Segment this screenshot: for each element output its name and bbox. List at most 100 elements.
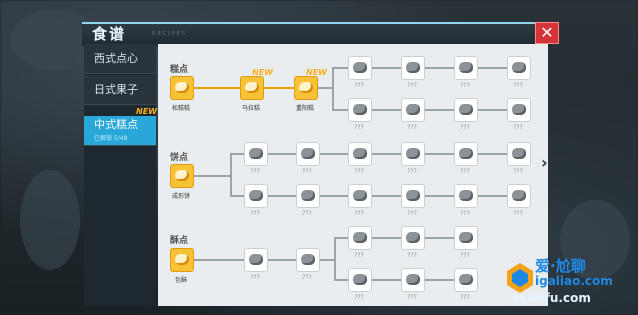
recipe-item-unlocked[interactable] — [240, 76, 264, 100]
tree-connector — [425, 67, 454, 69]
tree-connector — [332, 109, 348, 111]
recipe-item-locked[interactable] — [348, 98, 372, 122]
recipe-item-locked[interactable] — [296, 184, 320, 208]
locked-label: ??? — [460, 210, 470, 217]
recipe-item-locked[interactable] — [296, 142, 320, 166]
site-watermark: 爱·尬聊 igaliao.com qkuufu.com — [505, 255, 633, 310]
tree-connector — [372, 279, 401, 281]
recipe-item-unlocked[interactable] — [294, 76, 318, 100]
locked-label: ??? — [460, 124, 470, 131]
tree-connector — [194, 175, 230, 177]
recipe-item-unlocked[interactable] — [170, 248, 194, 272]
locked-label: ??? — [302, 168, 312, 175]
recipe-item-locked[interactable] — [401, 98, 425, 122]
recipe-item-locked[interactable] — [507, 98, 531, 122]
recipe-item-locked[interactable] — [454, 142, 478, 166]
recipe-item-locked[interactable] — [454, 56, 478, 80]
tree-connector — [334, 237, 336, 281]
tree-connector — [425, 279, 454, 281]
recipe-item-locked[interactable] — [244, 248, 268, 272]
recipe-item-locked[interactable] — [401, 268, 425, 292]
recipe-item-locked[interactable] — [401, 226, 425, 250]
tab-japanese-sweets[interactable]: 日式果子 — [84, 75, 156, 105]
recipe-item-unlocked[interactable] — [170, 76, 194, 100]
locked-label: ??? — [250, 168, 260, 175]
tree-connector — [425, 109, 454, 111]
close-button[interactable]: ✕ — [535, 22, 559, 44]
locked-label: ??? — [354, 294, 364, 301]
watermark-logo-icon — [507, 263, 533, 293]
tree-connector — [334, 279, 348, 281]
locked-label: ??? — [460, 168, 470, 175]
next-page-arrow[interactable]: › — [541, 153, 548, 172]
recipe-item-locked[interactable] — [348, 226, 372, 250]
locked-label: ??? — [407, 252, 417, 259]
locked-label: ??? — [354, 82, 364, 89]
recipe-item-locked[interactable] — [454, 268, 478, 292]
recipe-item-locked[interactable] — [454, 98, 478, 122]
locked-label: ??? — [354, 210, 364, 217]
recipe-item-locked[interactable] — [348, 142, 372, 166]
locked-label: ??? — [460, 252, 470, 259]
category-label: 饼点 — [170, 153, 189, 163]
tree-connector — [320, 153, 348, 155]
tree-connector — [372, 153, 401, 155]
locked-label: ??? — [513, 210, 523, 217]
recipe-name: 马拉糕 — [241, 105, 260, 112]
tree-connector — [478, 109, 507, 111]
locked-label: ??? — [513, 168, 523, 175]
locked-label: ??? — [302, 210, 312, 217]
recipe-item-locked[interactable] — [507, 142, 531, 166]
recipe-item-locked[interactable] — [348, 268, 372, 292]
tab-progress: 已解锁 5/48 — [94, 135, 128, 142]
tree-connector — [478, 153, 507, 155]
locked-label: ??? — [407, 168, 417, 175]
tree-connector — [332, 67, 348, 69]
locked-label: ??? — [250, 210, 260, 217]
category-label: 糕点 — [170, 65, 189, 75]
tab-label: 日式果子 — [94, 83, 138, 96]
recipe-item-locked[interactable] — [348, 184, 372, 208]
locked-label: ??? — [407, 82, 417, 89]
recipe-item-locked[interactable] — [401, 56, 425, 80]
recipe-item-locked[interactable] — [296, 248, 320, 272]
recipe-item-locked[interactable] — [507, 56, 531, 80]
tree-connector — [372, 237, 401, 239]
tab-chinese-pastry[interactable]: 中式糕点 已解锁 5/48 — [84, 116, 156, 146]
recipe-item-locked[interactable] — [244, 184, 268, 208]
tree-connector — [230, 153, 244, 155]
tree-connector — [320, 195, 348, 197]
recipe-item-locked[interactable] — [244, 142, 268, 166]
watermark-url-secondary: qkuufu.com — [511, 291, 591, 305]
locked-label: ??? — [513, 82, 523, 89]
new-badge: NEW — [252, 68, 273, 77]
tab-western-pastry[interactable]: 西式点心 — [84, 44, 156, 74]
tree-connector — [194, 259, 244, 261]
recipe-item-locked[interactable] — [454, 184, 478, 208]
recipe-name: 包酥 — [174, 277, 187, 284]
recipe-name: 重阳糕 — [295, 105, 314, 112]
tree-connector — [230, 195, 244, 197]
new-badge: NEW — [306, 68, 327, 77]
recipe-item-locked[interactable] — [401, 142, 425, 166]
locked-label: ??? — [460, 294, 470, 301]
watermark-url: igaliao.com — [535, 274, 613, 288]
recipe-item-unlocked[interactable] — [170, 164, 194, 188]
tree-connector — [268, 195, 296, 197]
category-label: 酥点 — [170, 236, 189, 246]
tree-connector — [264, 87, 294, 89]
locked-label: ??? — [354, 252, 364, 259]
recipe-item-locked[interactable] — [401, 184, 425, 208]
recipe-item-locked[interactable] — [454, 226, 478, 250]
tree-connector — [372, 109, 401, 111]
locked-label: ??? — [407, 124, 417, 131]
locked-label: ??? — [407, 294, 417, 301]
tree-connector — [478, 195, 507, 197]
tree-connector — [372, 195, 401, 197]
tree-connector — [194, 87, 240, 89]
recipe-item-locked[interactable] — [507, 184, 531, 208]
recipe-item-locked[interactable] — [348, 56, 372, 80]
tree-connector — [372, 67, 401, 69]
tree-connector — [425, 237, 454, 239]
background-blob — [20, 170, 80, 270]
